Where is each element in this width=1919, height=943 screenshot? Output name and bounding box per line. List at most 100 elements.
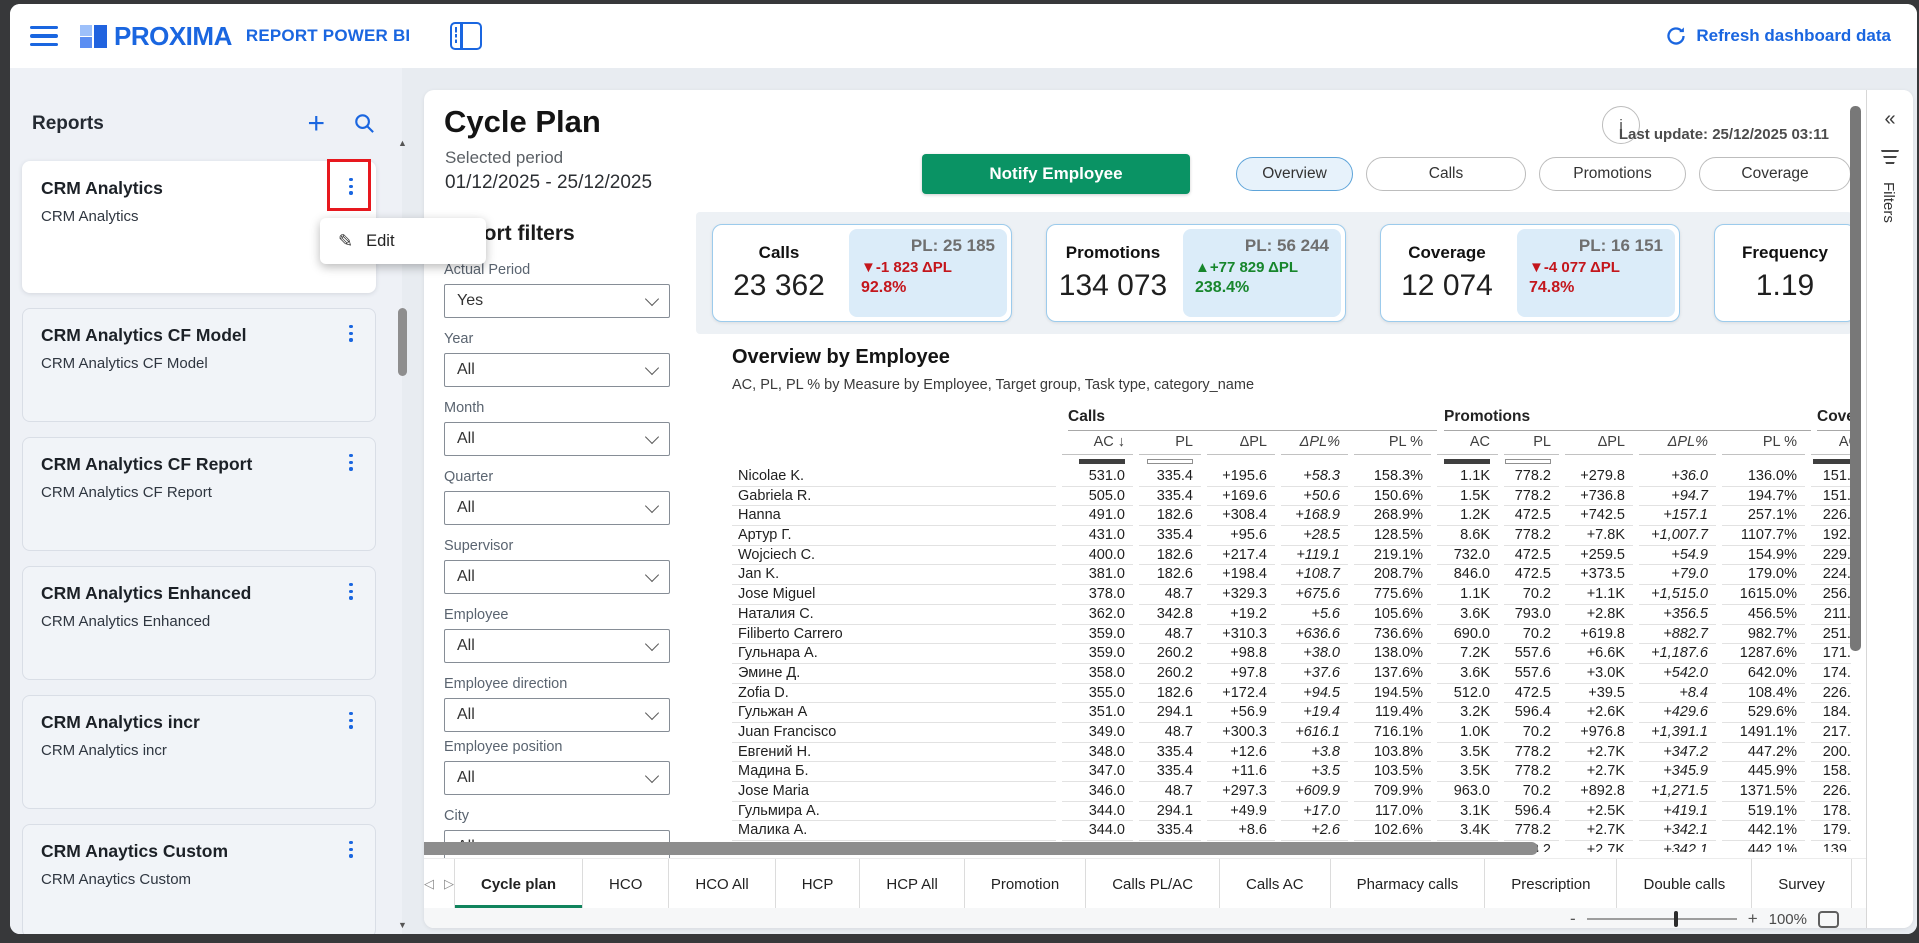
table-cell: +36.0 (1639, 467, 1716, 487)
kebab-menu-icon[interactable] (343, 325, 359, 349)
report-card[interactable]: CRM Analytics CF ModelCRM Analytics CF M… (22, 308, 376, 422)
table-body: Nicolae K.531.0335.4+195.6+58.3158.3%1.1… (732, 467, 1851, 852)
filter-dropdown[interactable]: All (444, 698, 670, 732)
filter-label: Employee (444, 607, 670, 623)
table-cell: 3.1K (1437, 802, 1498, 822)
sidebar-scrollbar[interactable]: ▲ ▼ (396, 68, 409, 934)
table-row: Jose Miguel378.048.7+329.3+675.6775.6%1.… (732, 585, 1851, 605)
table-cell: +675.6 (1281, 585, 1348, 605)
table-cell: 194.5% (1354, 684, 1431, 704)
kebab-menu-icon[interactable] (343, 841, 359, 865)
sort-bar-filled (1444, 459, 1490, 464)
table-cell: +217.4 (1207, 546, 1275, 566)
filter-value: All (457, 769, 475, 787)
table-cell: 268.9% (1354, 506, 1431, 526)
filter-dropdown[interactable]: All (444, 353, 670, 387)
kpi-main: Promotions134 073 (1047, 225, 1179, 321)
table-cell: 335.4 (1139, 743, 1201, 763)
filter-dropdown[interactable]: All (444, 761, 670, 795)
tabs-next-icon[interactable]: ▷ (444, 876, 454, 892)
sheet-tab-hcp[interactable]: HCP (776, 859, 861, 909)
employee-name: Gabriela R. (732, 487, 1056, 507)
filter-dropdown[interactable]: All (444, 629, 670, 663)
kebab-menu-icon[interactable] (343, 712, 359, 736)
fit-to-page-icon[interactable] (1818, 911, 1839, 928)
scroll-down-icon[interactable]: ▼ (396, 920, 409, 930)
filters-rail: « Filters (1866, 90, 1913, 928)
hamburger-menu-icon[interactable] (30, 26, 58, 46)
search-icon[interactable] (353, 112, 376, 135)
table-cell: 48.7 (1139, 723, 1201, 743)
table-group-headers: Calls Promotions Coverage (732, 407, 1851, 431)
filter-dropdown[interactable]: All (444, 491, 670, 525)
sidebar-toggle-icon[interactable] (450, 22, 482, 50)
filter-dropdown[interactable]: All (444, 560, 670, 594)
table-cell: 557.6 (1504, 644, 1559, 664)
view-tab-coverage[interactable]: Coverage (1699, 157, 1851, 191)
sheet-tab-hco[interactable]: HCO (583, 859, 669, 909)
sheet-tab-cycle-plan[interactable]: Cycle plan (455, 859, 583, 909)
edit-menu-item[interactable]: Edit (366, 232, 394, 251)
notify-employee-button[interactable]: Notify Employee (922, 154, 1190, 194)
collapse-pane-icon[interactable]: « (1867, 108, 1913, 131)
sheet-tab-hcp-all[interactable]: HCP All (860, 859, 964, 909)
employee-name: Гульнара А. (732, 644, 1056, 664)
scrollbar-thumb[interactable] (398, 308, 407, 376)
table-cell: 1615.0% (1722, 585, 1805, 605)
zoom-slider[interactable] (1587, 918, 1737, 920)
table-column-markers (732, 455, 1851, 467)
table-cell: 381.0 (1062, 565, 1133, 585)
view-tab-overview[interactable]: Overview (1236, 157, 1353, 191)
chevron-down-icon (645, 360, 659, 374)
table-cell: 346.0 (1062, 782, 1133, 802)
filter-value: Yes (457, 292, 483, 310)
refresh-dashboard-button[interactable]: Refresh dashboard data (1665, 25, 1891, 47)
horizontal-scrollbar-thumb[interactable] (424, 842, 1538, 855)
filter-dropdown[interactable]: Yes (444, 284, 670, 318)
report-card[interactable]: CRM Analytics EnhancedCRM Analytics Enha… (22, 566, 376, 680)
kebab-menu-icon[interactable] (343, 454, 359, 478)
sheet-tab-promotion[interactable]: Promotion (965, 859, 1086, 909)
table-cell: 736.6% (1354, 625, 1431, 645)
add-report-icon[interactable]: + (307, 114, 325, 134)
scroll-up-icon[interactable]: ▲ (396, 138, 409, 148)
kebab-menu-icon[interactable] (343, 178, 359, 202)
table-cell: 178.0 (1811, 802, 1851, 822)
report-card[interactable]: CRM Anaytics CustomCRM Anaytics Custom (22, 824, 376, 934)
filter-dropdown[interactable]: All (444, 422, 670, 456)
table-cell: +5.6 (1281, 605, 1348, 625)
vertical-scrollbar-thumb[interactable] (1850, 106, 1861, 651)
sheet-tab-calls-ac[interactable]: Calls AC (1220, 859, 1331, 909)
table-cell: 362.0 (1062, 605, 1133, 625)
sheet-tab-survey[interactable]: Survey (1752, 859, 1852, 909)
table-cell: 224.0 (1811, 565, 1851, 585)
sheet-tab-hco-all[interactable]: HCO All (669, 859, 775, 909)
table-cell: +347.2 (1639, 743, 1716, 763)
table-cell: +2.6K (1565, 703, 1633, 723)
table-cell: 778.2 (1504, 743, 1559, 763)
employee-name: Гульмира А. (732, 802, 1056, 822)
filter-pane-icon[interactable] (1881, 150, 1899, 164)
filter-value: All (457, 706, 475, 724)
refresh-icon (1665, 25, 1687, 47)
zoom-slider-thumb[interactable] (1674, 911, 1678, 927)
zoom-out-icon[interactable]: - (1570, 909, 1576, 928)
sheet-tab-double-calls[interactable]: Double calls (1617, 859, 1752, 909)
employee-name: Zofia D. (732, 684, 1056, 704)
report-card[interactable]: CRM Analytics CF ReportCRM Analytics CF … (22, 437, 376, 551)
report-card[interactable]: CRM Analytics incrCRM Analytics incr (22, 695, 376, 809)
kebab-menu-icon[interactable] (343, 583, 359, 607)
sheet-tab-prescription[interactable]: Prescription (1485, 859, 1617, 909)
view-tab-calls[interactable]: Calls (1366, 157, 1526, 191)
table-cell: 8.6K (1437, 526, 1498, 546)
kpi-main: Calls23 362 (713, 225, 845, 321)
table-cell: +17.0 (1281, 802, 1348, 822)
context-menu-edit[interactable]: ✎ Edit (320, 218, 486, 264)
view-tab-promotions[interactable]: Promotions (1539, 157, 1686, 191)
sheet-tab-calls-pl-ac[interactable]: Calls PL/AC (1086, 859, 1220, 909)
tabs-prev-icon[interactable]: ◁ (424, 876, 434, 892)
sheet-tab-pharmacy-calls[interactable]: Pharmacy calls (1331, 859, 1486, 909)
zoom-in-icon[interactable]: + (1748, 909, 1758, 928)
filter-field: Employee positionAll (444, 739, 670, 795)
table-cell: 138.0% (1354, 644, 1431, 664)
